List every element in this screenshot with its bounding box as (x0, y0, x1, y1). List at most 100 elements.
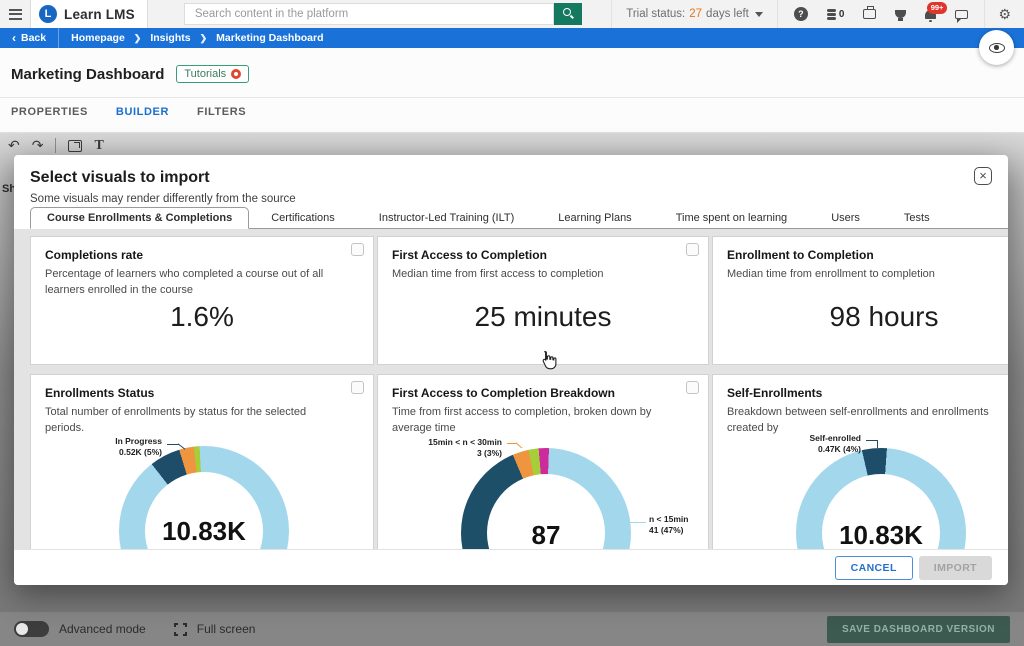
tab-users[interactable]: Users (809, 208, 882, 228)
card-description: Breakdown between self-enrollments and e… (727, 405, 1008, 437)
tab-certifications[interactable]: Certifications (249, 208, 357, 228)
card-description: Time from first access to completion, br… (392, 405, 694, 437)
trial-status-dropdown[interactable]: Trial status: 27 days left (611, 0, 778, 28)
builder-toolbar: ↶ ↷ T (0, 133, 1024, 154)
donut-chart-self-enrollments: 10.83K (796, 448, 966, 549)
tutorials-badge[interactable]: Tutorials (176, 65, 249, 83)
visual-card-self-enrollments[interactable]: Self-Enrollments Breakdown between self-… (712, 374, 1008, 549)
import-visuals-modal: Select visuals to import Some visuals ma… (14, 155, 1008, 585)
card-title: Completions rate (45, 248, 359, 262)
modal-tabs: Course Enrollments & Completions Certifi… (30, 208, 1008, 229)
tab-learning-plans[interactable]: Learning Plans (536, 208, 653, 228)
coins-count: 0 (839, 9, 845, 20)
close-icon[interactable]: × (974, 167, 992, 185)
visual-card-first-access[interactable]: First Access to Completion Median time f… (377, 236, 709, 365)
app-logo[interactable]: L Learn LMS (30, 0, 148, 28)
fullscreen-icon[interactable] (174, 623, 187, 636)
cursor-pointer-icon (540, 350, 557, 370)
visual-card-enrollment-to-completion[interactable]: Enrollment to Completion Median time fro… (712, 236, 1008, 365)
visuals-grid: Completions rate Percentage of learners … (30, 236, 1008, 549)
briefcase-button[interactable] (863, 9, 876, 19)
visual-card-enrollments-status[interactable]: Enrollments Status Total number of enrol… (30, 374, 374, 549)
settings-button[interactable]: ⚙ (984, 0, 1024, 28)
breadcrumb-item-insights[interactable]: Insights (150, 32, 190, 44)
rewards-button[interactable]: 0 (827, 9, 845, 20)
metric-value: 25 minutes (378, 301, 708, 333)
import-button[interactable]: IMPORT (919, 556, 992, 580)
back-button[interactable]: ‹ Back (0, 31, 58, 45)
divider (55, 138, 56, 153)
logo-icon: L (39, 5, 57, 23)
callout-connector (516, 443, 523, 449)
tutorials-badge-label: Tutorials (184, 68, 226, 80)
divider (0, 132, 1024, 133)
breadcrumb-bar: ‹ Back Homepage ❯ Insights ❯ Marketing D… (0, 28, 1024, 48)
tab-filters[interactable]: FILTERS (197, 106, 246, 126)
metric-value: 1.6% (31, 301, 373, 333)
modal-content: Completions rate Percentage of learners … (14, 229, 1008, 549)
tab-properties[interactable]: PROPERTIES (11, 106, 88, 126)
notifications-button[interactable]: 99+ (925, 10, 936, 19)
chevron-down-icon (755, 12, 763, 17)
checkbox[interactable] (686, 381, 699, 394)
tab-builder[interactable]: BUILDER (116, 106, 169, 126)
donut-callout: In Progress 0.52K (5%) (115, 436, 162, 459)
trial-days-number: 27 (689, 8, 702, 20)
visual-card-first-access-breakdown[interactable]: First Access to Completion Breakdown Tim… (377, 374, 709, 549)
card-title: First Access to Completion Breakdown (392, 386, 694, 400)
tab-time-spent[interactable]: Time spent on learning (654, 208, 810, 228)
full-screen-label[interactable]: Full screen (197, 622, 256, 636)
card-title: First Access to Completion (392, 248, 694, 262)
donut-chart-first-access-breakdown: 87 (461, 448, 631, 549)
redo-icon[interactable]: ↷ (32, 137, 44, 154)
checkbox[interactable] (351, 243, 364, 256)
search-input[interactable] (184, 3, 554, 25)
tab-tests[interactable]: Tests (882, 208, 952, 228)
import-visual-icon[interactable] (68, 140, 82, 152)
card-description: Median time from first access to complet… (392, 267, 694, 283)
text-widget-icon[interactable]: T (94, 138, 103, 154)
breadcrumb: Homepage ❯ Insights ❯ Marketing Dashboar… (59, 32, 323, 44)
checkbox[interactable] (351, 381, 364, 394)
modal-footer: CANCEL IMPORT (14, 549, 1008, 585)
donut-center-value: 10.83K (796, 520, 966, 549)
gear-icon: ⚙ (998, 7, 1011, 21)
messages-button[interactable] (955, 10, 968, 19)
eye-icon (989, 43, 1005, 53)
bottom-bar: Advanced mode Full screen SAVE DASHBOARD… (0, 612, 1024, 646)
advanced-mode-toggle[interactable] (14, 621, 49, 637)
card-description: Median time from enrollment to completio… (727, 267, 1008, 283)
visual-card-completions-rate[interactable]: Completions rate Percentage of learners … (30, 236, 374, 365)
callout-connector (630, 522, 646, 523)
donut-center-value: 87 (461, 520, 631, 549)
checkbox[interactable] (686, 243, 699, 256)
search-icon (563, 8, 571, 16)
tab-course-enrollments[interactable]: Course Enrollments & Completions (30, 207, 249, 229)
tab-ilt[interactable]: Instructor-Led Training (ILT) (357, 208, 537, 228)
save-dashboard-version-button[interactable]: SAVE DASHBOARD VERSION (827, 616, 1010, 643)
preview-button[interactable] (979, 30, 1014, 65)
briefcase-icon (863, 9, 876, 19)
undo-icon[interactable]: ↶ (8, 137, 20, 154)
coins-icon (827, 9, 836, 20)
help-button[interactable]: ? (794, 7, 808, 21)
breadcrumb-item-current: Marketing Dashboard (216, 32, 323, 44)
trial-status-label: Trial status: (626, 8, 685, 20)
gamification-button[interactable] (895, 10, 906, 18)
divider (0, 97, 1024, 98)
top-bar-right: Trial status: 27 days left ? 0 99+ ⚙ (611, 0, 1024, 28)
modal-title: Select visuals to import (14, 155, 1008, 187)
chat-icon (955, 10, 968, 19)
page-tabs: PROPERTIES BUILDER FILTERS (11, 106, 246, 126)
hamburger-menu-icon[interactable] (0, 0, 30, 28)
callout-connector (877, 440, 878, 448)
notifications-badge: 99+ (927, 2, 948, 14)
breadcrumb-item-homepage[interactable]: Homepage (71, 32, 125, 44)
page-header: Marketing Dashboard Tutorials PROPERTIES… (0, 48, 1024, 133)
top-icons: ? 0 99+ (778, 7, 985, 21)
donut-callout: 15min < n < 30min 3 (3%) (428, 437, 502, 460)
lifering-icon (231, 69, 241, 79)
cancel-button[interactable]: CANCEL (835, 556, 913, 580)
search-button[interactable] (554, 3, 582, 25)
card-title: Enrollments Status (45, 386, 359, 400)
